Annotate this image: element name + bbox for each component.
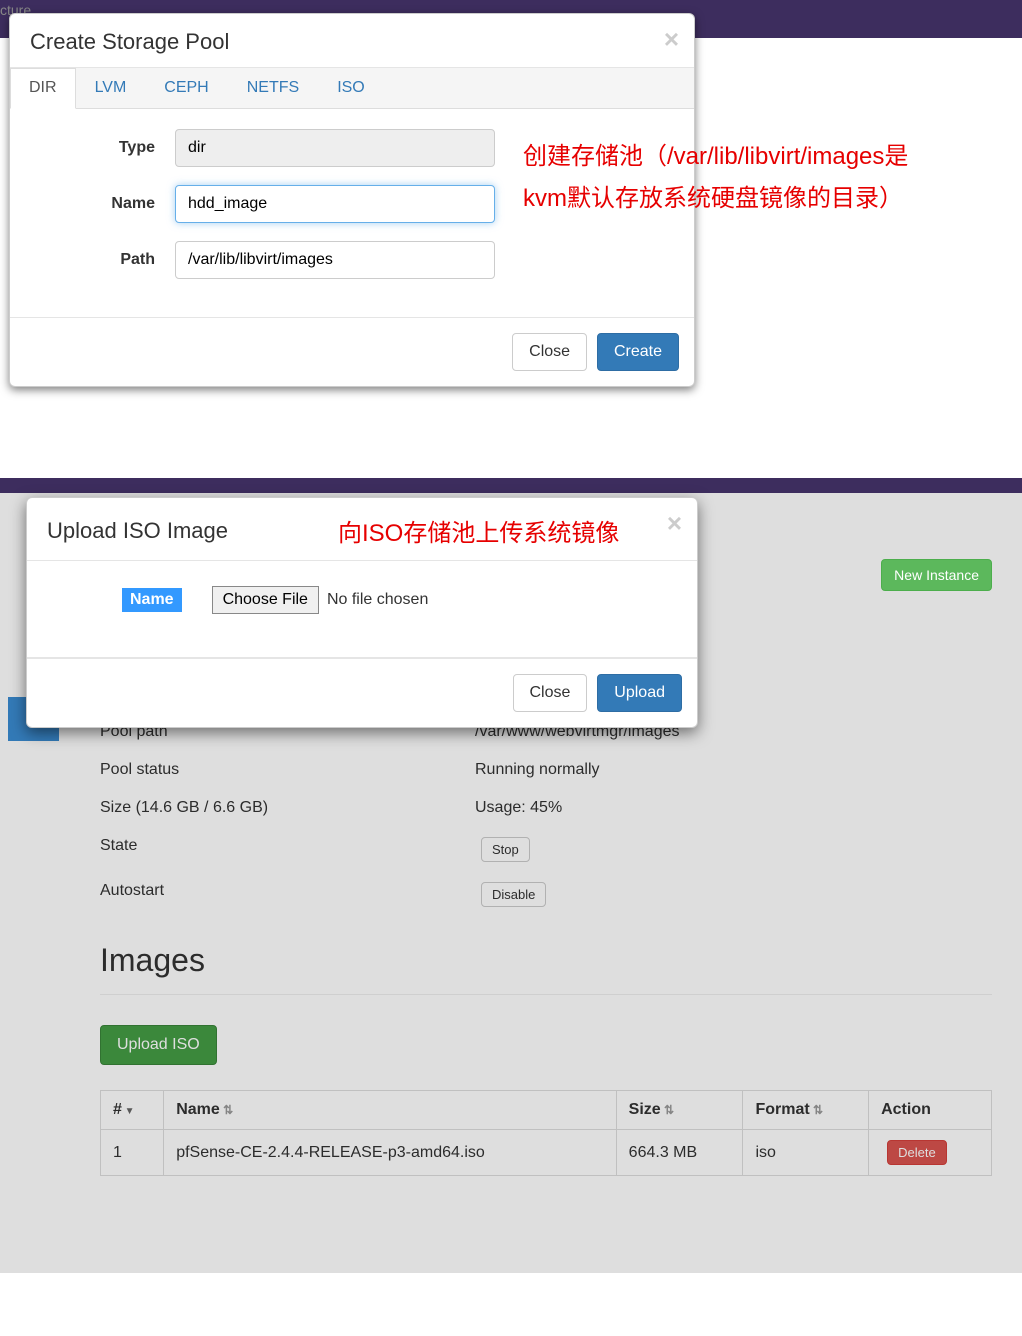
images-heading: Images	[100, 942, 992, 979]
upload-button[interactable]: Upload	[597, 674, 682, 712]
cell-size: 664.3 MB	[616, 1130, 743, 1176]
disable-button[interactable]: Disable	[481, 882, 546, 907]
pool-autostart-label: Autostart	[100, 882, 475, 907]
close-icon[interactable]: ×	[664, 24, 679, 55]
path-input[interactable]	[175, 241, 495, 279]
pool-status-value: Running normally	[475, 761, 992, 779]
modal-title: Create Storage Pool	[30, 29, 229, 54]
choose-file-button[interactable]: Choose File	[212, 586, 319, 614]
pool-status-label: Pool status	[100, 761, 475, 779]
close-button[interactable]: Close	[512, 333, 587, 371]
close-button[interactable]: Close	[513, 674, 588, 712]
nav-strip	[0, 478, 1022, 493]
pool-size-label: Size (14.6 GB / 6.6 GB)	[100, 799, 475, 817]
annotation-upload-iso: 向ISO存储池上传系统镜像	[338, 513, 619, 548]
tab-dir[interactable]: DIR	[10, 68, 76, 109]
cell-format: iso	[743, 1130, 869, 1176]
cell-name: pfSense-CE-2.4.4-RELEASE-p3-amd64.iso	[164, 1130, 616, 1176]
upload-iso-button[interactable]: Upload ISO	[100, 1025, 217, 1065]
col-num[interactable]: #	[101, 1091, 164, 1130]
path-label: Path	[30, 251, 175, 269]
col-format[interactable]: Format	[743, 1091, 869, 1130]
pool-state-label: State	[100, 837, 475, 862]
new-instance-button[interactable]: New Instance	[881, 559, 992, 591]
tab-lvm[interactable]: LVM	[76, 68, 146, 108]
col-action: Action	[869, 1091, 992, 1130]
tab-iso[interactable]: ISO	[318, 68, 384, 108]
name-label: Name	[122, 588, 182, 612]
no-file-text: No file chosen	[327, 591, 428, 609]
type-input	[175, 129, 495, 167]
tab-netfs[interactable]: NETFS	[228, 68, 318, 108]
pool-usage-value: Usage: 45%	[475, 799, 992, 817]
delete-button[interactable]: Delete	[887, 1140, 947, 1165]
annotation-create-pool: 创建存储池（/var/lib/libvirt/images是kvm默认存放系统硬…	[523, 136, 923, 220]
storage-type-tabs: DIR LVM CEPH NETFS ISO	[10, 68, 694, 109]
name-label: Name	[30, 195, 175, 213]
col-size[interactable]: Size	[616, 1091, 743, 1130]
images-table: # Name Size Format Action 1 pfSense-CE-2…	[100, 1090, 992, 1176]
table-row: 1 pfSense-CE-2.4.4-RELEASE-p3-amd64.iso …	[101, 1130, 992, 1176]
divider	[100, 994, 992, 995]
cell-num: 1	[101, 1130, 164, 1176]
col-name[interactable]: Name	[164, 1091, 616, 1130]
type-label: Type	[30, 139, 175, 157]
close-icon[interactable]: ×	[667, 508, 682, 539]
name-input[interactable]	[175, 185, 495, 223]
upload-iso-modal: Upload ISO Image 向ISO存储池上传系统镜像 × Name Ch…	[26, 497, 698, 728]
create-button[interactable]: Create	[597, 333, 679, 371]
modal-title: Upload ISO Image	[47, 518, 228, 544]
tab-ceph[interactable]: CEPH	[145, 68, 227, 108]
stop-button[interactable]: Stop	[481, 837, 530, 862]
